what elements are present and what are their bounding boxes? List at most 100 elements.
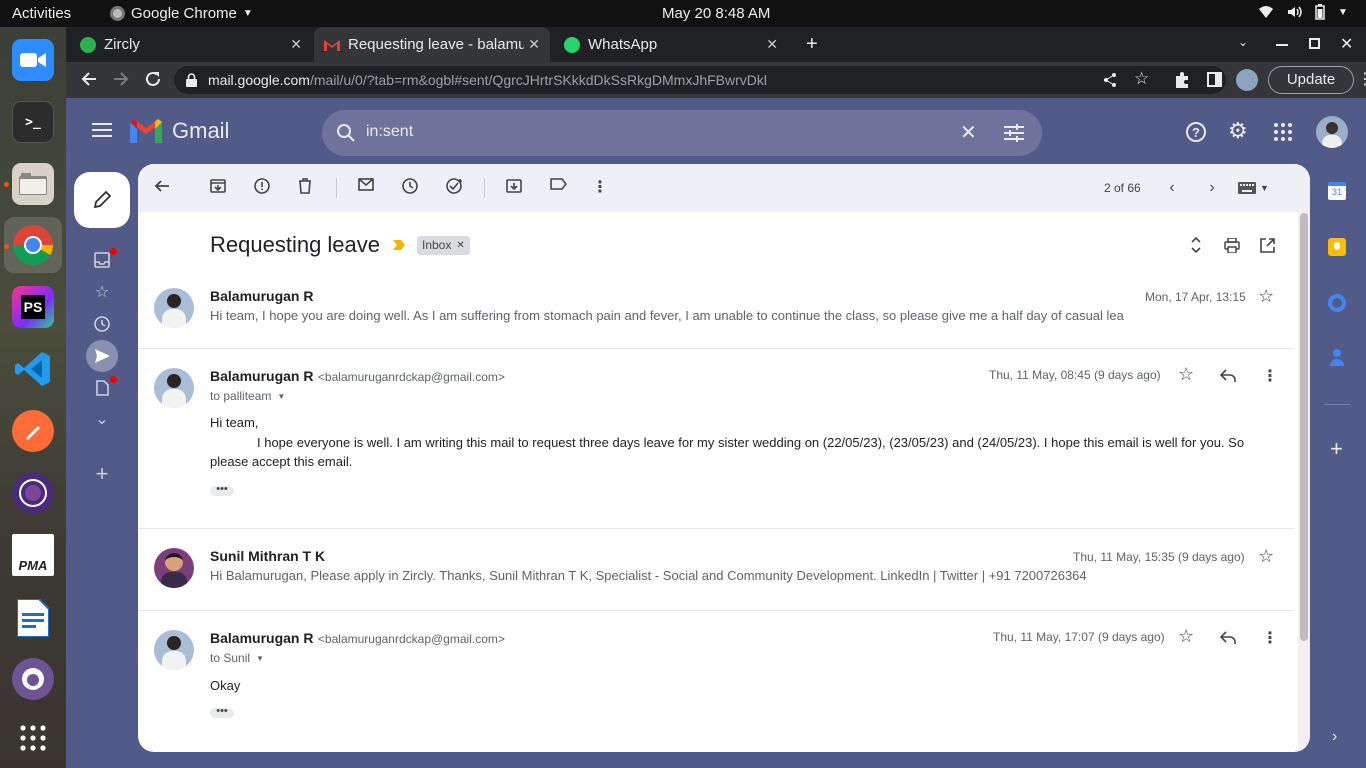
bookmark-star-icon[interactable]: ☆ xyxy=(1134,69,1149,89)
chrome-menu-icon[interactable]: ⋮ xyxy=(1357,69,1366,89)
tab-requesting-leave[interactable]: Requesting leave - balamu ✕ xyxy=(314,27,550,62)
search-bar[interactable]: in:sent ✕ xyxy=(322,110,1042,156)
minimize-icon[interactable] xyxy=(1276,44,1288,46)
side-panel-icon[interactable] xyxy=(1207,72,1222,87)
tab-zircly[interactable]: Zircly ✕ xyxy=(80,27,312,62)
open-new-window-icon[interactable] xyxy=(1260,238,1275,253)
star-icon[interactable]: ☆ xyxy=(1178,626,1194,647)
app-grid-icon[interactable] xyxy=(12,717,54,759)
nav-snoozed-icon[interactable] xyxy=(84,306,120,342)
gmail-m-icon xyxy=(130,119,162,143)
snooze-icon[interactable] xyxy=(402,178,422,198)
back-to-sent-icon[interactable] xyxy=(154,178,174,198)
search-input[interactable]: in:sent xyxy=(366,123,413,141)
star-icon[interactable]: ☆ xyxy=(1258,286,1274,307)
address-bar[interactable]: mail.google.com/mail/u/0/?tab=rm&ogbl#se… xyxy=(174,66,1226,94)
contacts-icon[interactable] xyxy=(1330,348,1344,366)
message-collapsed[interactable]: Balamurugan R Hi team, I hope you are do… xyxy=(138,272,1294,348)
tab-search-icon[interactable]: ⌄ xyxy=(1238,35,1248,49)
app-menu[interactable]: Google Chrome ▼ xyxy=(110,5,253,22)
recipients-toggle[interactable]: to palliteam ▼ xyxy=(210,389,285,405)
input-tools-icon[interactable]: ▼ xyxy=(1238,182,1269,194)
close-tab-icon[interactable]: ✕ xyxy=(290,36,302,53)
more-actions-icon[interactable]: ⋮ xyxy=(590,178,610,198)
recipients-toggle[interactable]: to Sunil ▼ xyxy=(210,651,264,667)
support-icon[interactable]: ? xyxy=(1186,122,1206,142)
star-icon[interactable]: ☆ xyxy=(1178,364,1194,385)
close-tab-icon[interactable]: ✕ xyxy=(766,36,778,53)
scrollbar-thumb[interactable] xyxy=(1300,213,1308,641)
terminal-icon[interactable]: >_ xyxy=(12,101,54,143)
maximize-icon[interactable] xyxy=(1309,38,1320,49)
label-icon[interactable] xyxy=(550,178,570,198)
tab-whatsapp[interactable]: WhatsApp ✕ xyxy=(564,27,788,62)
keep-icon[interactable] xyxy=(1328,238,1346,256)
apps-grid-icon[interactable] xyxy=(1274,123,1292,141)
more-options-icon[interactable]: ⋮ xyxy=(1262,366,1278,386)
get-addons-icon[interactable]: + xyxy=(1330,436,1343,462)
show-side-panel-icon[interactable]: › xyxy=(1332,728,1337,746)
delete-icon[interactable] xyxy=(298,178,318,198)
avatar xyxy=(154,288,194,328)
tor-browser-icon[interactable] xyxy=(12,472,54,514)
close-window-icon[interactable]: ✕ xyxy=(1340,34,1353,54)
remove-label-icon[interactable]: ✕ xyxy=(456,236,464,255)
archive-icon[interactable] xyxy=(210,178,230,198)
scrollbar-track[interactable] xyxy=(1298,212,1310,752)
vscode-icon[interactable] xyxy=(12,348,54,390)
tasks-icon[interactable] xyxy=(1328,294,1346,312)
nav-sent-icon[interactable] xyxy=(86,340,118,372)
more-options-icon[interactable]: ⋮ xyxy=(1262,628,1278,648)
compose-button[interactable] xyxy=(74,172,130,228)
new-tab-icon[interactable]: + xyxy=(806,33,818,56)
move-to-icon[interactable] xyxy=(506,178,526,198)
files-icon[interactable] xyxy=(12,163,54,205)
libreoffice-writer-icon[interactable] xyxy=(12,597,54,639)
settings-gear-icon[interactable]: ⚙ xyxy=(1228,120,1248,142)
zoom-icon[interactable] xyxy=(12,39,54,81)
system-status-area[interactable]: ▼ xyxy=(1258,4,1348,22)
close-tab-icon[interactable]: ✕ xyxy=(528,36,540,53)
important-marker-icon[interactable] xyxy=(393,240,405,250)
back-icon[interactable] xyxy=(80,70,98,88)
reload-icon[interactable] xyxy=(144,70,162,88)
expand-all-icon[interactable] xyxy=(1190,236,1202,254)
mark-unread-icon[interactable] xyxy=(358,178,378,198)
chrome-icon[interactable] xyxy=(12,224,54,266)
older-icon[interactable]: › xyxy=(1202,178,1222,198)
update-button[interactable]: Update xyxy=(1268,66,1354,94)
recipients-text: to Sunil xyxy=(210,651,251,665)
postman-icon[interactable] xyxy=(12,410,54,452)
message-collapsed[interactable]: Sunil Mithran T K Hi Balamurugan, Please… xyxy=(138,530,1294,608)
newer-icon[interactable]: ‹ xyxy=(1162,178,1182,198)
inbox-label-chip[interactable]: Inbox ✕ xyxy=(417,236,470,255)
add-to-tasks-icon[interactable] xyxy=(446,178,466,198)
reply-icon[interactable] xyxy=(1220,631,1236,644)
account-avatar[interactable] xyxy=(1316,116,1348,148)
extensions-icon[interactable] xyxy=(1174,71,1190,89)
gmail-logo[interactable]: Gmail xyxy=(130,118,229,144)
clear-search-icon[interactable]: ✕ xyxy=(960,120,977,145)
phpstorm-icon[interactable]: PS xyxy=(12,286,54,328)
nav-add-label-icon[interactable]: + xyxy=(84,456,120,492)
clock[interactable]: May 20 8:48 AM xyxy=(662,5,770,22)
main-menu-icon[interactable] xyxy=(92,122,112,138)
lock-icon[interactable] xyxy=(186,73,197,87)
nav-more-icon[interactable]: ⌄ xyxy=(84,402,120,438)
activities-button[interactable]: Activities xyxy=(12,5,71,22)
forward-icon[interactable] xyxy=(112,70,130,88)
profile-avatar[interactable] xyxy=(1236,69,1258,91)
star-icon[interactable]: ☆ xyxy=(1258,546,1274,567)
share-icon[interactable] xyxy=(1102,72,1118,88)
calendar-icon[interactable]: 31 xyxy=(1328,182,1346,200)
show-trimmed-content-button[interactable]: ••• xyxy=(210,706,234,718)
avatar xyxy=(154,548,194,588)
pma-icon[interactable]: PMA xyxy=(12,534,54,576)
print-icon[interactable] xyxy=(1224,238,1240,253)
search-icon[interactable] xyxy=(336,123,356,143)
search-options-icon[interactable] xyxy=(1004,124,1024,142)
show-trimmed-content-button[interactable]: ••• xyxy=(210,484,234,496)
reply-icon[interactable] xyxy=(1220,369,1236,382)
github-desktop-icon[interactable] xyxy=(12,658,54,700)
report-spam-icon[interactable] xyxy=(254,178,274,198)
